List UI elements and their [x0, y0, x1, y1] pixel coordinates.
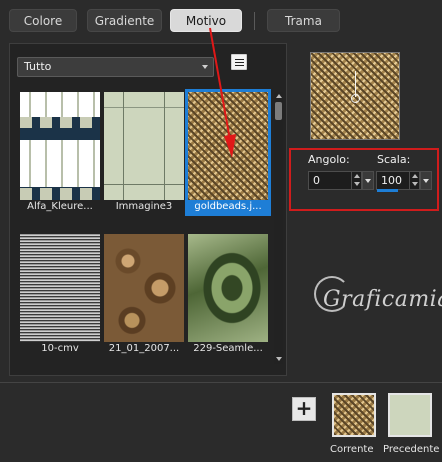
scala-stepper[interactable] — [409, 171, 419, 190]
pattern-image — [20, 92, 100, 200]
scrollbar-thumb[interactable] — [275, 102, 282, 120]
tab-separator — [254, 12, 255, 30]
angolo-dropdown-button[interactable] — [362, 171, 374, 190]
pattern-thumb-goldbeads[interactable]: goldbeads.j... — [185, 89, 271, 216]
chevron-down-icon — [202, 65, 208, 69]
bottom-divider — [0, 382, 442, 383]
precedente-label: Precedente — [383, 444, 440, 455]
scala-label: Scala: — [377, 153, 411, 166]
pattern-caption: 229-Seamle... — [193, 343, 263, 354]
pattern-caption: 10-cmv — [41, 343, 79, 354]
tab-colore[interactable]: Colore — [9, 9, 77, 32]
pattern-thumb-229-seamless[interactable]: 229-Seamle... — [188, 234, 268, 355]
tab-trama[interactable]: Trama — [267, 9, 340, 32]
scala-value: 100 — [381, 174, 402, 187]
pattern-thumb-21-01-2007[interactable]: 21_01_2007... — [104, 234, 184, 355]
pattern-thumb-immagine3[interactable]: Immagine3 — [104, 92, 184, 213]
pattern-image — [104, 92, 184, 200]
pattern-preview[interactable] — [310, 52, 400, 140]
previous-swatch[interactable] — [388, 393, 432, 437]
angle-handle-icon[interactable] — [351, 94, 360, 103]
category-dropdown-value: Tutto — [24, 60, 52, 73]
pattern-caption: Alfa_Kleure... — [27, 201, 93, 212]
thumbnail-scrollbar[interactable] — [274, 92, 283, 364]
pattern-thumb-10-cmv[interactable]: 10-cmv — [20, 234, 100, 355]
scroll-up-icon[interactable] — [274, 92, 283, 100]
pattern-image — [188, 234, 268, 342]
scroll-down-icon[interactable] — [274, 355, 283, 363]
corrente-label: Corrente — [330, 444, 374, 455]
angolo-value: 0 — [313, 174, 320, 187]
scala-dropdown-button[interactable] — [420, 171, 432, 190]
pattern-image — [188, 92, 268, 200]
watermark-text: Graficamia — [323, 287, 442, 312]
tab-gradiente[interactable]: Gradiente — [87, 9, 162, 32]
current-swatch[interactable] — [332, 393, 376, 437]
tab-motivo[interactable]: Motivo — [170, 9, 242, 32]
add-pattern-button[interactable]: + — [292, 397, 316, 421]
list-view-icon[interactable] — [231, 54, 247, 70]
pattern-caption: 21_01_2007... — [108, 343, 180, 354]
scala-underline — [377, 189, 398, 192]
pattern-caption: Immagine3 — [115, 201, 173, 212]
angolo-label: Angolo: — [308, 153, 350, 166]
pattern-image — [20, 234, 100, 342]
angolo-stepper[interactable] — [351, 171, 361, 190]
pattern-caption: goldbeads.j... — [188, 200, 268, 213]
pattern-thumb-alfa[interactable]: Alfa_Kleure... — [20, 92, 100, 213]
category-dropdown[interactable]: Tutto — [17, 57, 214, 77]
pattern-image — [104, 234, 184, 342]
